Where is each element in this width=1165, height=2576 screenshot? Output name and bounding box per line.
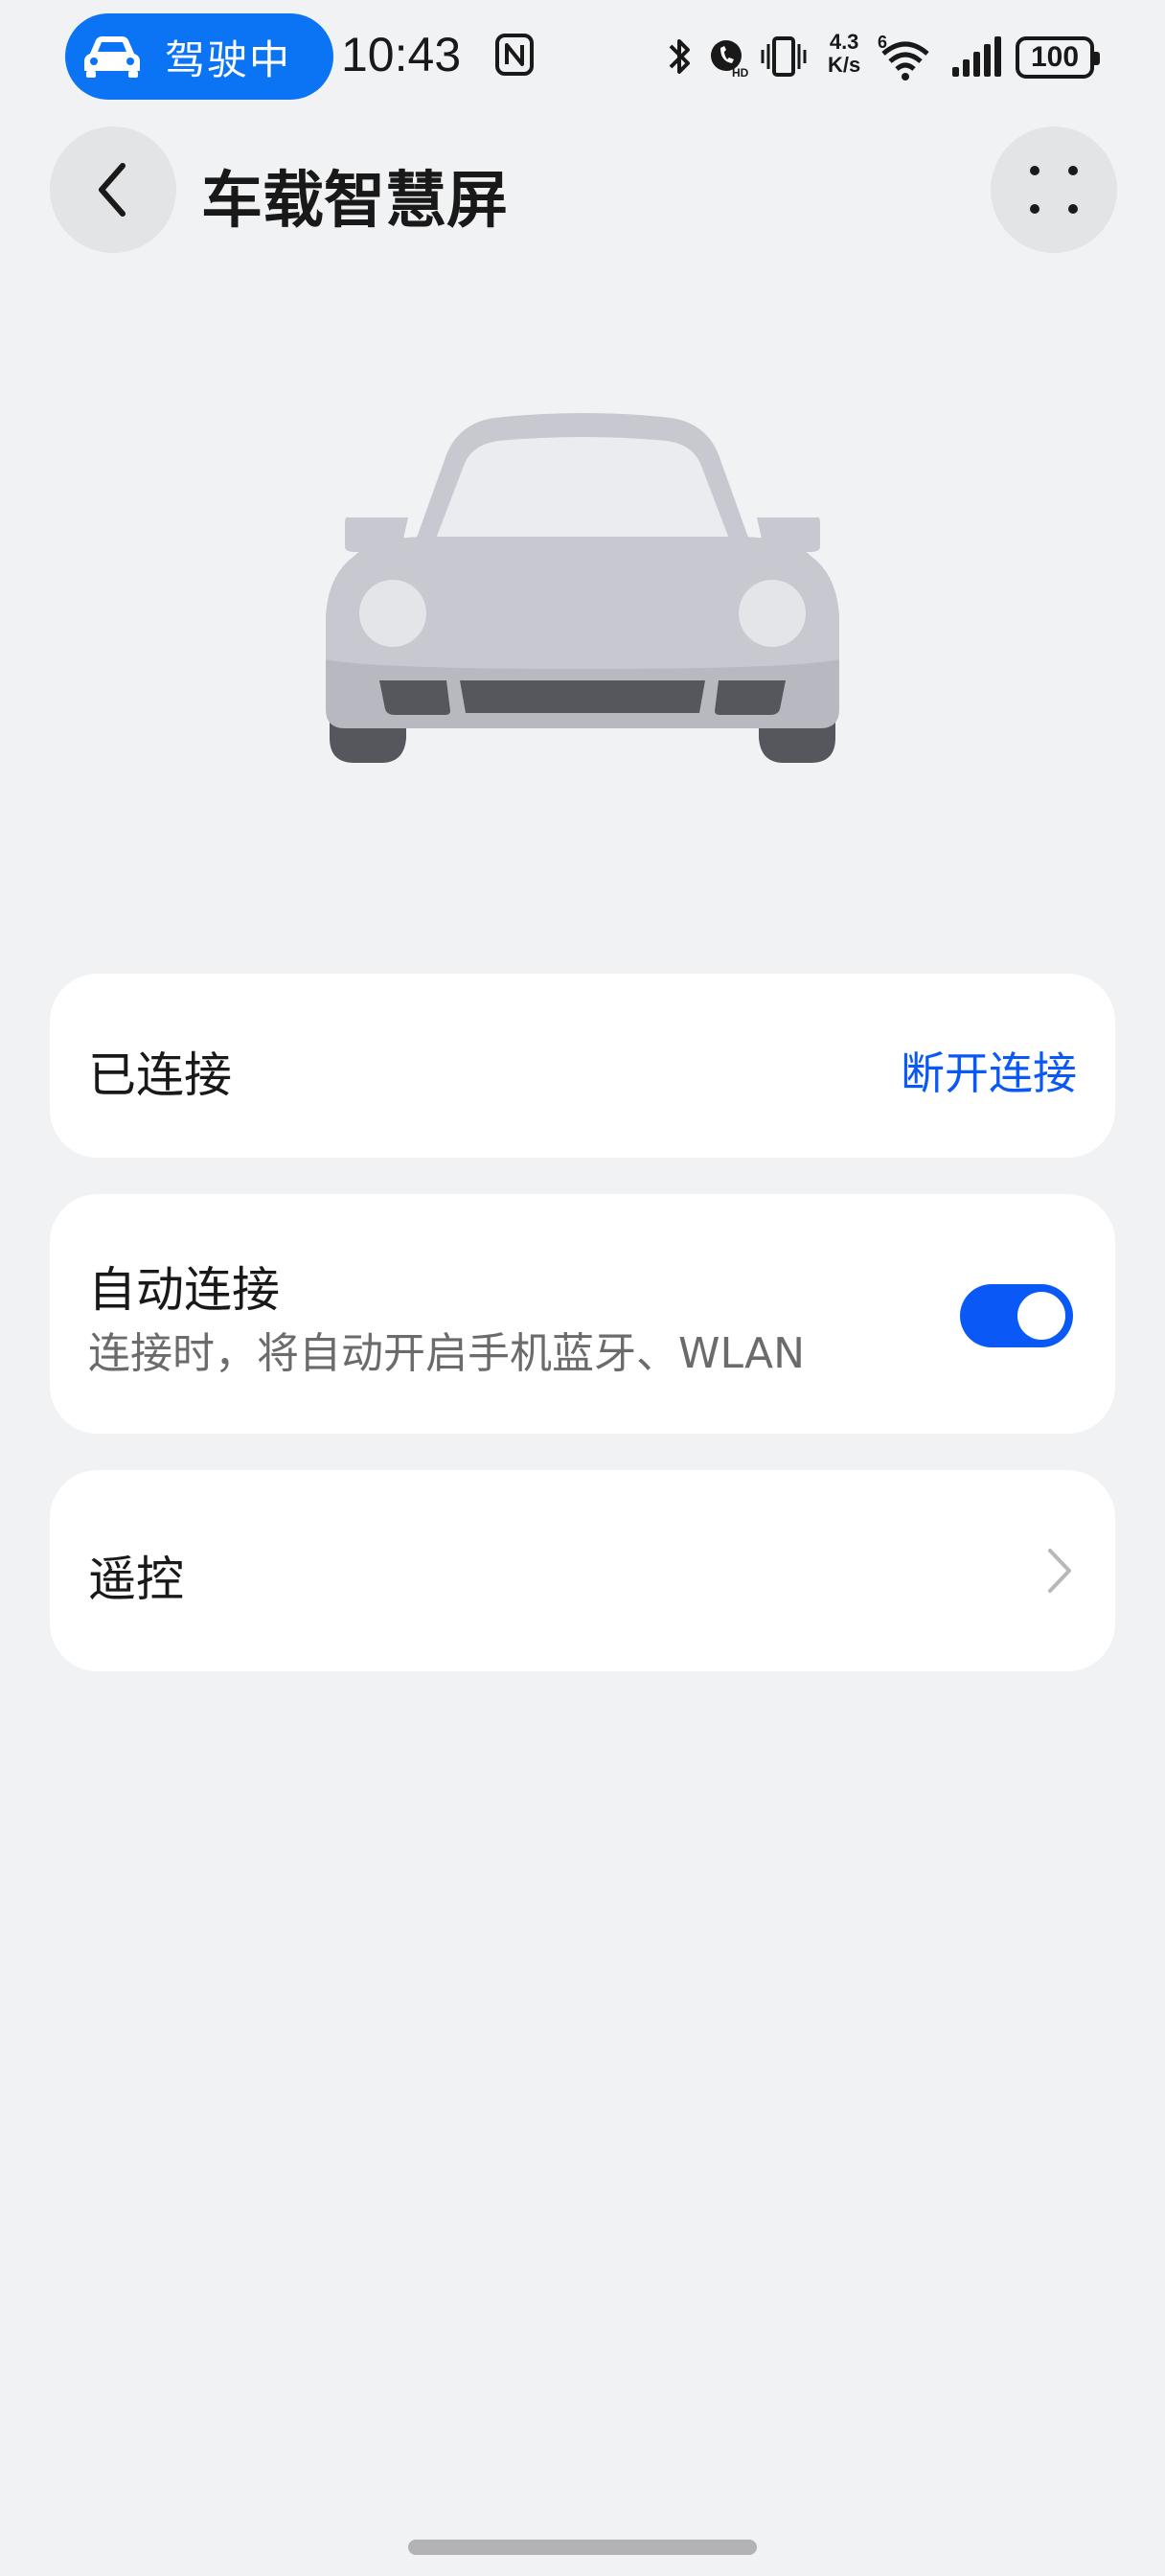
clock: 10:43 [341,28,462,81]
connection-status-label: 已连接 [88,1047,232,1103]
signal-icon [952,36,1001,77]
remote-control-label: 遥控 [88,1552,184,1607]
chevron-right-icon [1048,1549,1071,1593]
more-dots-icon [1030,166,1078,214]
connection-status-card: 已连接 断开连接 [50,974,1115,1158]
back-arrow-icon [99,163,126,217]
more-button[interactable] [991,126,1117,253]
page-title: 车载智慧屏 [201,166,508,237]
car-smart-screen-page: 驾驶中 10:43 HD 4.3 K/s 6 100 车载智慧屏 已连接 断开连… [0,0,1165,2576]
bluetooth-icon [669,39,690,74]
auto-connect-toggle[interactable] [960,1284,1073,1347]
car-icon [84,36,140,78]
network-speed: 4.3 K/s [828,31,860,77]
hd-call-icon: HD [711,40,749,80]
auto-connect-card: 自动连接 连接时，将自动开启手机蓝牙、WLAN [50,1194,1115,1434]
home-indicator[interactable] [408,2540,757,2555]
network-speed-unit: K/s [828,53,861,77]
network-speed-value: 4.3 [829,30,859,54]
remote-control-item[interactable]: 遥控 [50,1470,1115,1671]
wifi-icon: 6 [878,33,929,80]
back-button[interactable] [50,126,176,253]
battery-icon: 100 [1016,36,1100,79]
driving-mode-label: 驾驶中 [165,35,292,83]
status-bar: 驾驶中 10:43 HD 4.3 K/s 6 100 [0,0,1165,115]
toggle-knob [1017,1292,1065,1340]
nfc-icon [495,34,534,76]
driving-mode-pill[interactable]: 驾驶中 [65,13,333,100]
disconnect-button[interactable]: 断开连接 [901,1039,1077,1102]
svg-text:HD: HD [732,66,749,80]
auto-connect-description: 连接时，将自动开启手机蓝牙、WLAN [88,1329,806,1378]
car-illustration [326,413,839,763]
auto-connect-label: 自动连接 [88,1262,280,1318]
vibrate-icon [761,36,807,77]
